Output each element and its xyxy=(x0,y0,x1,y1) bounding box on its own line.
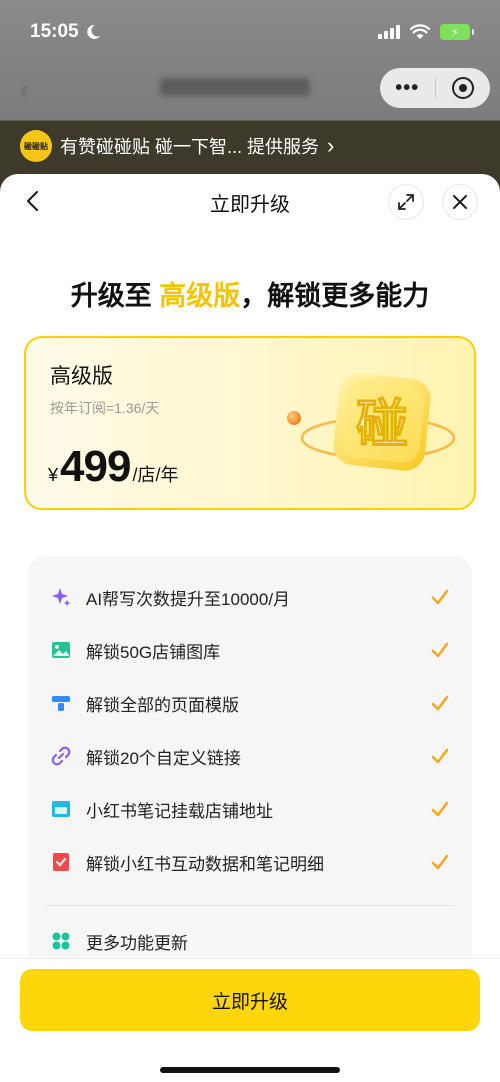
list-item: AI帮写次数提升至10000/月 xyxy=(50,582,450,612)
status-time: 15:05 xyxy=(30,21,101,43)
list-item: 解锁50G店铺图库 xyxy=(50,635,450,665)
feature-label: 解锁50G店铺图库 xyxy=(86,642,221,662)
mini-program-nav: ‹ ••• xyxy=(0,66,500,112)
badge-character: 碰 xyxy=(356,395,408,455)
background-back-icon: ‹ xyxy=(20,73,29,104)
provider-bar[interactable]: 碰碰贴 有赞碰碰贴 碰一下智... 提供服务 › xyxy=(0,122,500,170)
peng-badge-illustration: 碰 xyxy=(287,373,456,471)
home-indicator xyxy=(160,1067,340,1073)
plan-name: 高级版 xyxy=(50,365,113,388)
headline-prefix: 升级至 xyxy=(70,281,160,311)
upgrade-now-button[interactable]: 立即升级 xyxy=(20,969,480,1031)
price-currency: ¥ xyxy=(48,465,59,485)
feature-label: 小红书笔记挂载店铺地址 xyxy=(86,801,273,821)
mini-program-capsule: ••• xyxy=(380,68,490,108)
list-item: 小红书笔记挂载店铺地址 xyxy=(50,794,450,824)
signal-icon xyxy=(378,25,400,39)
sheet-header: 立即升级 xyxy=(0,174,500,230)
provider-text: 有赞碰碰贴 碰一下智... 提供服务 xyxy=(60,137,320,157)
feature-label: AI帮写次数提升至10000/月 xyxy=(86,589,291,609)
feature-label: 解锁小红书互动数据和笔记明细 xyxy=(86,854,324,874)
link-icon xyxy=(50,745,72,767)
upgrade-sheet: 立即升级 升级至 高级版，解锁更多能力 高级版 按年订阅=1.36/天 ¥ 49… xyxy=(0,174,500,1082)
battery-icon: ⚡ xyxy=(440,24,474,40)
check-icon xyxy=(431,748,449,764)
plan-subtitle: 按年订阅=1.36/天 xyxy=(50,400,160,416)
check-icon xyxy=(431,589,449,605)
expand-button[interactable] xyxy=(388,184,424,220)
list-item: 解锁全部的页面模版 xyxy=(50,688,450,718)
more-features-label: 更多功能更新 xyxy=(86,933,188,953)
status-time-text: 15:05 xyxy=(30,21,79,42)
headline-suffix: ，解锁更多能力 xyxy=(240,281,430,311)
close-icon xyxy=(453,195,467,209)
background-title-blurred xyxy=(160,78,310,96)
close-mini-program-button[interactable] xyxy=(435,77,490,99)
check-icon xyxy=(431,642,449,658)
moon-icon xyxy=(86,24,100,39)
upgrade-headline: 升级至 高级版，解锁更多能力 xyxy=(0,274,500,313)
feature-label: 解锁20个自定义链接 xyxy=(86,748,241,768)
expand-icon xyxy=(398,194,414,210)
price-unit: /店/年 xyxy=(132,465,179,485)
list-item: 解锁小红书互动数据和笔记明细 xyxy=(50,847,450,877)
store-icon xyxy=(50,798,72,820)
feature-list: AI帮写次数提升至10000/月 解锁50G店铺图库 解锁全部的页面模版 解锁2… xyxy=(28,556,472,976)
check-icon xyxy=(431,854,449,870)
more-features-item: 更多功能更新 xyxy=(50,926,450,956)
list-item: 解锁20个自定义链接 xyxy=(50,741,450,771)
chevron-right-icon: › xyxy=(327,133,335,158)
sheet-title: 立即升级 xyxy=(210,193,290,216)
check-icon xyxy=(431,801,449,817)
status-bar: 15:05 ⚡ xyxy=(0,0,500,64)
grid-icon xyxy=(50,930,72,952)
back-button[interactable] xyxy=(18,187,46,215)
bottom-action-bar: 立即升级 xyxy=(0,958,500,1082)
feature-label: 解锁全部的页面模版 xyxy=(86,695,239,715)
price-amount: 499 xyxy=(60,442,131,491)
plan-price: ¥ 499 /店/年 xyxy=(48,442,178,492)
note-icon xyxy=(50,851,72,873)
chevron-left-icon xyxy=(26,190,39,212)
image-icon xyxy=(50,639,72,661)
feature-divider xyxy=(46,905,454,906)
plan-card[interactable]: 高级版 按年订阅=1.36/天 ¥ 499 /店/年 碰 xyxy=(24,336,476,510)
sparkle-icon xyxy=(50,586,72,608)
more-options-icon[interactable]: ••• xyxy=(380,77,435,100)
close-button[interactable] xyxy=(442,184,478,220)
target-icon xyxy=(451,77,474,99)
template-icon xyxy=(50,692,72,714)
wifi-icon xyxy=(410,24,430,39)
headline-accent: 高级版 xyxy=(159,281,241,311)
provider-logo: 碰碰贴 xyxy=(20,130,52,162)
check-icon xyxy=(431,695,449,711)
